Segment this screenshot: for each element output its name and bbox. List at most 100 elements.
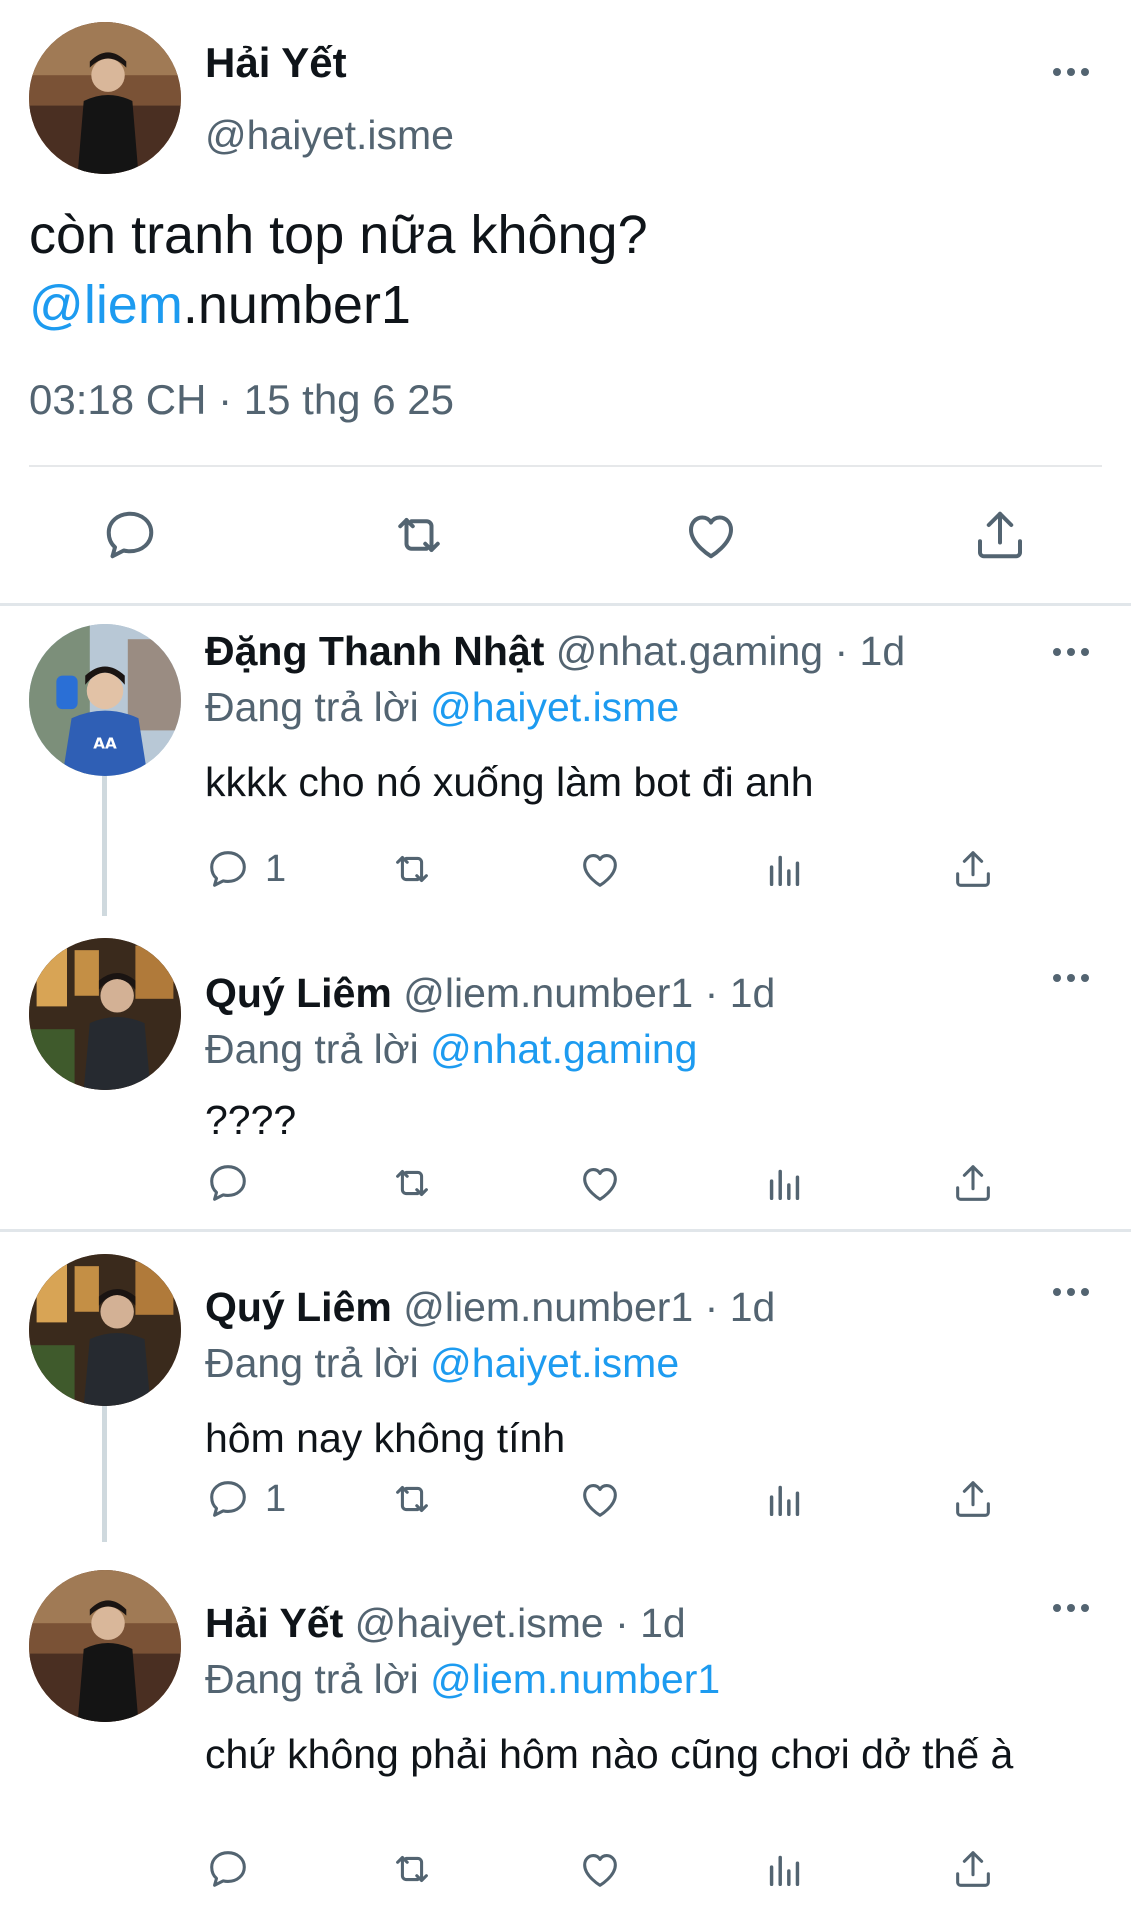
- tweet-text-line: @liem.number1: [29, 270, 1089, 340]
- mention-link[interactable]: @haiyet.isme: [430, 1340, 679, 1386]
- mention-link[interactable]: @liem.number1: [430, 1656, 720, 1702]
- reply-count: 1: [265, 847, 287, 890]
- author-handle[interactable]: @haiyet.isme: [355, 1600, 604, 1646]
- mention-link[interactable]: @liem: [29, 275, 183, 335]
- retweet-icon: [389, 846, 435, 892]
- views-icon: [762, 1160, 808, 1206]
- author-handle[interactable]: @haiyet.isme: [205, 110, 454, 160]
- more-options-icon[interactable]: [1051, 62, 1091, 82]
- like-button[interactable]: [577, 844, 623, 894]
- reply-icon: [205, 846, 251, 892]
- reply-time: · 1d: [704, 970, 776, 1016]
- tweet-text-line: còn tranh top nữa không?: [29, 205, 648, 265]
- reply-icon: [205, 1160, 251, 1206]
- share-icon[interactable]: [970, 505, 1030, 565]
- tweet-text: còn tranh top nữa không? @liem.number1: [29, 200, 1089, 340]
- share-button[interactable]: [950, 1474, 996, 1524]
- share-icon: [950, 1846, 996, 1892]
- share-button[interactable]: [950, 844, 996, 894]
- avatar[interactable]: [29, 1254, 181, 1406]
- author-name[interactable]: Quý Liêm: [205, 1284, 392, 1330]
- more-options-icon[interactable]: [1051, 642, 1091, 662]
- avatar-photo: [29, 22, 181, 174]
- author-name[interactable]: Hải Yết: [205, 38, 347, 88]
- views-icon: [762, 1476, 808, 1522]
- retweet-button[interactable]: [389, 844, 435, 894]
- author-name[interactable]: Hải Yết: [205, 1600, 343, 1646]
- like-icon: [577, 1846, 623, 1892]
- retweet-button[interactable]: [389, 1474, 435, 1524]
- reply-button[interactable]: [205, 1844, 265, 1894]
- retweet-icon[interactable]: [389, 505, 449, 565]
- tweet-text-fragment: .number1: [182, 275, 411, 335]
- reply-button[interactable]: 1: [205, 844, 286, 894]
- divider: [29, 465, 1102, 467]
- avatar[interactable]: [29, 938, 181, 1090]
- replying-to-label: Đang trả lời: [205, 1656, 419, 1702]
- reply-header: Quý Liêm @liem.number1 · 1d: [205, 1282, 775, 1332]
- reply-text: hôm nay không tính: [205, 1415, 566, 1461]
- svg-text:AA: AA: [93, 735, 117, 753]
- retweet-button[interactable]: [389, 1844, 435, 1894]
- replying-to-line: Đang trả lời @haiyet.isme: [205, 1338, 679, 1388]
- reply-tweet[interactable]: Quý Liêm @liem.number1 · 1d Đang trả lời…: [0, 916, 1131, 1228]
- reply-time: · 1d: [834, 628, 906, 674]
- author-handle[interactable]: @liem.number1: [403, 1284, 693, 1330]
- reply-text: ????: [205, 1097, 297, 1143]
- share-button[interactable]: [950, 1158, 996, 1208]
- avatar[interactable]: [29, 1570, 181, 1722]
- author-name[interactable]: Đặng Thanh Nhật: [205, 628, 544, 674]
- like-button[interactable]: [577, 1474, 623, 1524]
- thread-line: [102, 774, 107, 916]
- avatar[interactable]: AA: [29, 624, 181, 776]
- retweet-icon: [389, 1160, 435, 1206]
- like-button[interactable]: [577, 1844, 623, 1894]
- reply-actions: 1: [205, 844, 1005, 894]
- views-button[interactable]: [762, 1158, 808, 1208]
- reply-text: chứ không phải hôm nào cũng chơi dở thế …: [205, 1731, 1014, 1777]
- avatar-photo: [29, 1254, 181, 1406]
- replying-to-line: Đang trả lời @nhat.gaming: [205, 1024, 697, 1074]
- reply-time: · 1d: [704, 1284, 776, 1330]
- avatar-photo: [29, 938, 181, 1090]
- author-name[interactable]: Quý Liêm: [205, 970, 392, 1016]
- share-icon: [950, 1476, 996, 1522]
- reply-tweet[interactable]: AA Đặng Thanh Nhật @nhat.gaming · 1d Đan…: [0, 606, 1131, 916]
- reply-tweet[interactable]: Quý Liêm @liem.number1 · 1d Đang trả lời…: [0, 1232, 1131, 1542]
- mention-link[interactable]: @haiyet.isme: [430, 684, 679, 730]
- replying-to-line: Đang trả lời @liem.number1: [205, 1654, 720, 1704]
- like-icon: [577, 1476, 623, 1522]
- reply-count: 1: [265, 1477, 287, 1520]
- views-button[interactable]: [762, 844, 808, 894]
- avatar[interactable]: [29, 22, 181, 174]
- more-options-icon[interactable]: [1051, 1598, 1091, 1618]
- share-button[interactable]: [950, 1844, 996, 1894]
- reply-tweet[interactable]: Hải Yết @haiyet.isme · 1d Đang trả lời @…: [0, 1542, 1131, 1920]
- views-button[interactable]: [762, 1844, 808, 1894]
- reply-button[interactable]: 1: [205, 1474, 286, 1524]
- like-icon: [577, 1160, 623, 1206]
- reply-time: · 1d: [615, 1600, 686, 1646]
- author-handle[interactable]: @nhat.gaming: [556, 628, 823, 674]
- views-icon: [762, 846, 808, 892]
- reply-header: Hải Yết @haiyet.isme · 1d: [205, 1598, 686, 1648]
- tweet-timestamp[interactable]: 03:18 CH · 15 thg 6 25: [29, 376, 454, 424]
- reply-header: Quý Liêm @liem.number1 · 1d: [205, 968, 775, 1018]
- replying-to-label: Đang trả lời: [205, 1026, 419, 1072]
- retweet-button[interactable]: [389, 1158, 435, 1208]
- like-button[interactable]: [577, 1158, 623, 1208]
- author-handle[interactable]: @liem.number1: [403, 970, 693, 1016]
- reply-actions: [205, 1158, 1005, 1208]
- mention-link[interactable]: @nhat.gaming: [430, 1026, 697, 1072]
- retweet-icon: [389, 1476, 435, 1522]
- main-tweet: Hải Yết @haiyet.isme còn tranh top nữa k…: [0, 0, 1131, 602]
- reply-button[interactable]: [205, 1158, 265, 1208]
- reply-icon[interactable]: [100, 505, 160, 565]
- replying-to-label: Đang trả lời: [205, 684, 419, 730]
- like-icon[interactable]: [681, 505, 741, 565]
- reply-actions: [205, 1844, 1005, 1894]
- more-options-icon[interactable]: [1051, 1282, 1091, 1302]
- more-options-icon[interactable]: [1051, 968, 1091, 988]
- reply-actions: 1: [205, 1474, 1005, 1524]
- views-button[interactable]: [762, 1474, 808, 1524]
